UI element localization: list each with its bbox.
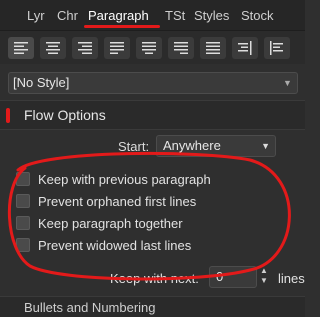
tab-styles[interactable]: Styles (194, 8, 229, 23)
keep-with-previous-checkbox[interactable] (16, 172, 30, 186)
start-label: Start: (118, 139, 150, 154)
tab-text-styles[interactable]: TSt (165, 8, 185, 23)
align-right-button[interactable] (72, 37, 98, 59)
justify-center-button[interactable] (136, 37, 162, 59)
prevent-widowed-checkbox[interactable] (16, 238, 30, 252)
tab-character[interactable]: Chr (57, 8, 78, 23)
start-value: Anywhere (163, 138, 221, 153)
keep-with-next-input[interactable]: 0 (209, 266, 257, 288)
justify-right-button[interactable] (168, 37, 194, 59)
align-right-icon (78, 42, 92, 54)
prevent-orphaned-checkbox[interactable] (16, 194, 30, 208)
align-away-spine-button[interactable] (264, 37, 290, 59)
checkbox-label: Keep paragraph together (38, 215, 183, 231)
flow-options-header[interactable]: Flow Options (0, 100, 305, 130)
justify-left-icon (110, 42, 124, 54)
keep-with-next-unit: lines (278, 271, 305, 286)
align-center-icon (46, 42, 60, 54)
justify-center-icon (142, 42, 156, 54)
align-left-icon (14, 42, 28, 54)
chevron-down-icon: ▼ (261, 141, 270, 151)
checkbox-row[interactable]: Prevent widowed last lines (16, 236, 191, 254)
keep-with-next-stepper[interactable]: ▲ ▼ (260, 266, 272, 288)
tab-stock[interactable]: Stock (241, 8, 274, 23)
align-center-button[interactable] (40, 37, 66, 59)
checkbox-row[interactable]: Prevent orphaned first lines (16, 192, 196, 210)
justify-all-button[interactable] (200, 37, 226, 59)
section-title: Bullets and Numbering (24, 300, 156, 315)
chevron-down-icon: ▼ (283, 78, 292, 88)
paragraph-style-dropdown[interactable]: [No Style] ▼ (8, 72, 298, 94)
panel-tabs: Lyr Chr Paragraph TSt Styles Stock (0, 0, 305, 31)
section-marker (6, 108, 10, 123)
start-dropdown[interactable]: Anywhere ▼ (156, 135, 276, 157)
tab-paragraph[interactable]: Paragraph (88, 8, 149, 23)
checkbox-label: Prevent widowed last lines (38, 237, 192, 253)
chevron-down-icon[interactable]: ▼ (260, 276, 272, 286)
align-left-button[interactable] (8, 37, 34, 59)
align-towards-spine-icon (238, 41, 252, 55)
keep-paragraph-together-checkbox[interactable] (16, 216, 30, 230)
justify-all-icon (206, 42, 220, 54)
chevron-up-icon[interactable]: ▲ (260, 266, 272, 276)
justify-right-icon (174, 42, 188, 54)
justify-left-button[interactable] (104, 37, 130, 59)
checkbox-row[interactable]: Keep with previous paragraph (16, 170, 211, 188)
active-tab-indicator (84, 25, 160, 28)
section-title: Flow Options (24, 107, 106, 123)
keep-with-next-value: 0 (216, 269, 224, 284)
checkbox-row[interactable]: Keep paragraph together (16, 214, 183, 232)
checkbox-label: Keep with previous paragraph (38, 171, 211, 187)
paragraph-style-value: [No Style] (13, 75, 70, 90)
align-away-spine-icon (270, 41, 283, 55)
keep-with-next-label: Keep with next: (110, 271, 199, 286)
checkbox-label: Prevent orphaned first lines (38, 193, 197, 209)
tab-layers[interactable]: Lyr (27, 8, 45, 23)
alignment-toolbar (0, 31, 305, 64)
align-towards-spine-button[interactable] (232, 37, 258, 59)
